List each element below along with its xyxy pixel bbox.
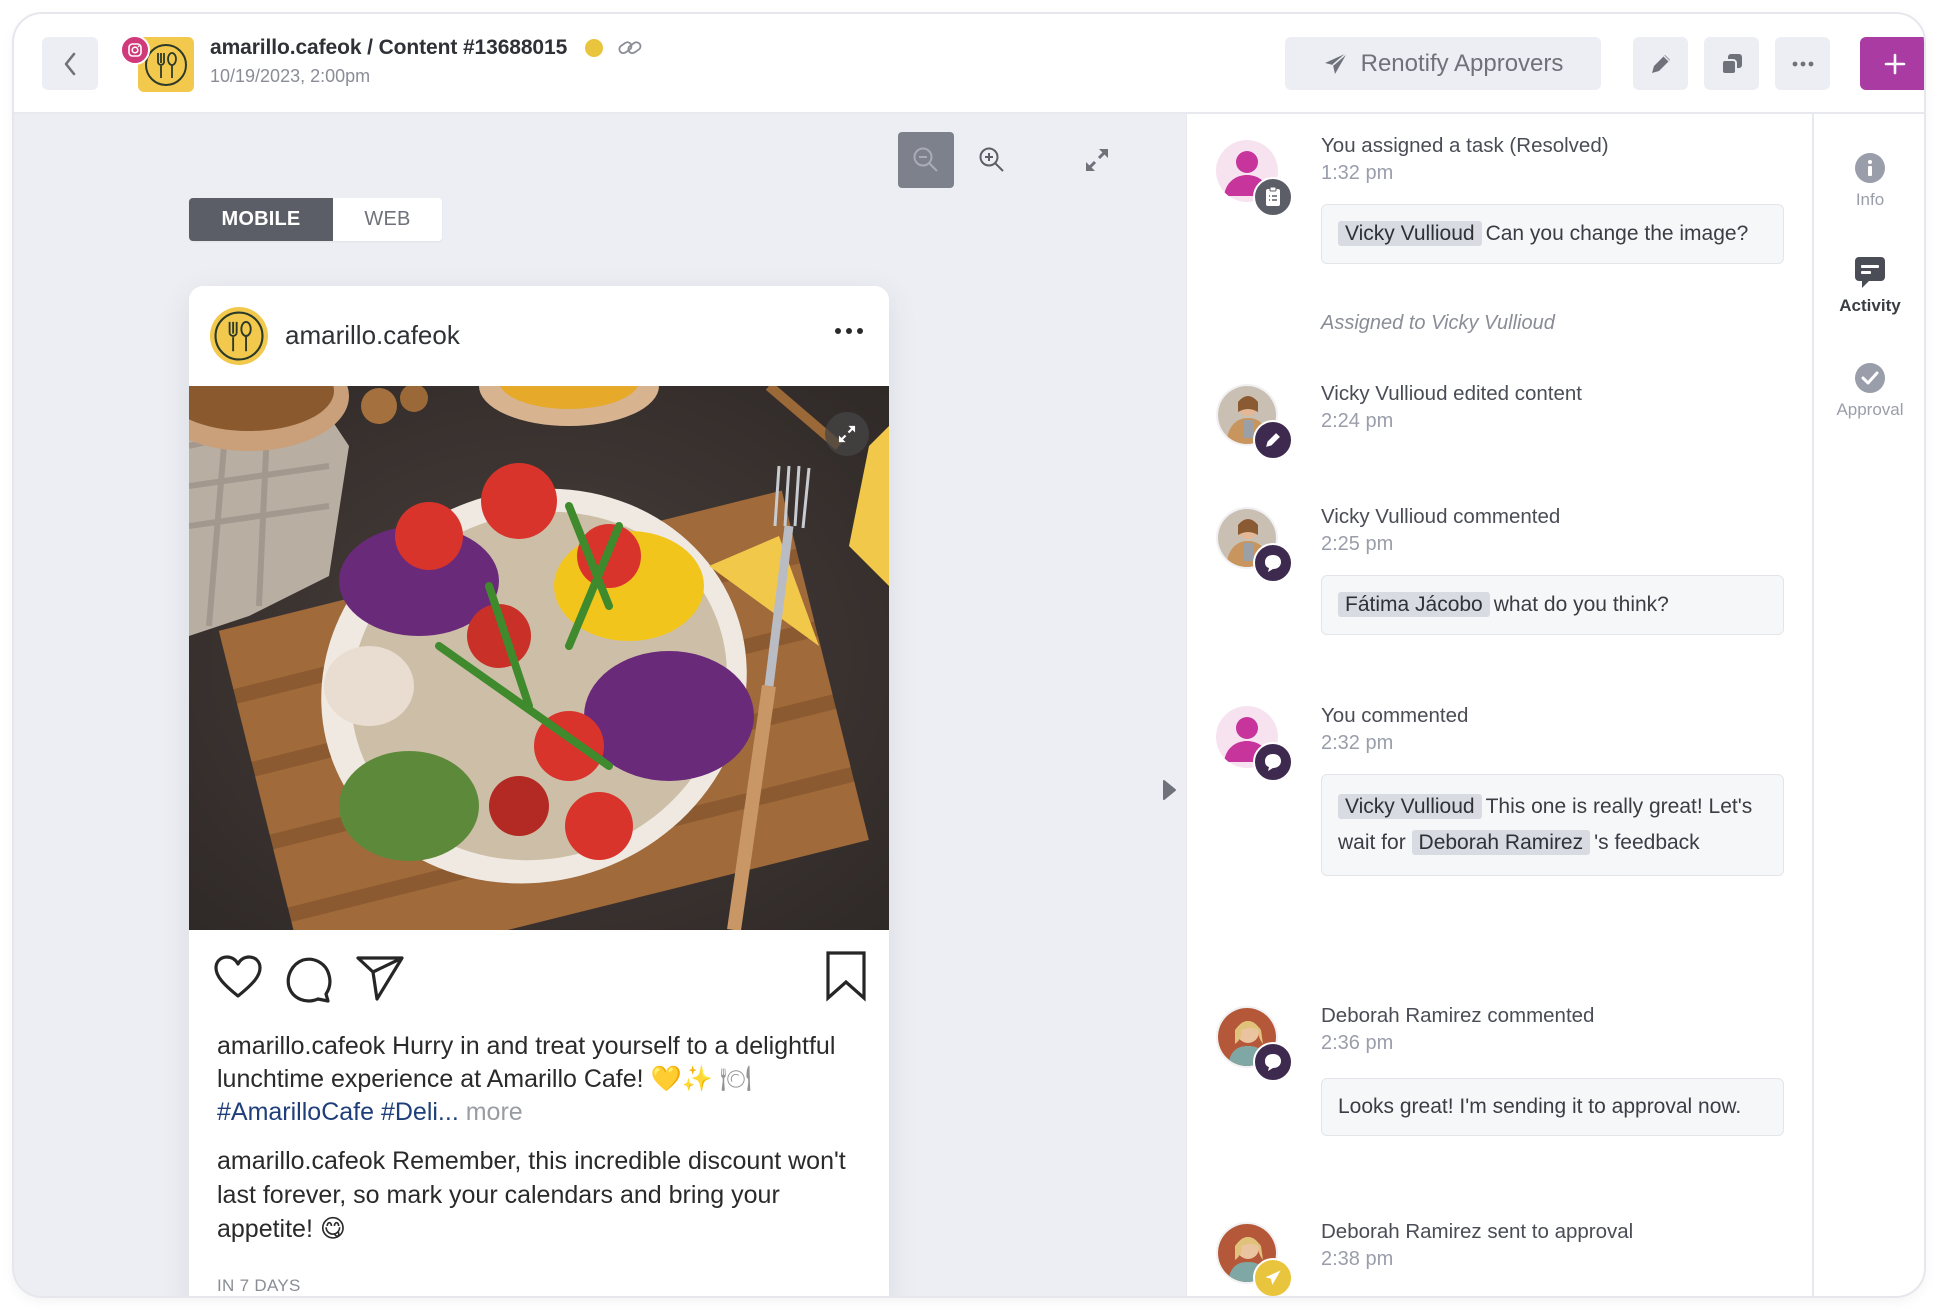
expand-icon [1086,149,1108,171]
comment-message-suffix: 's feedback [1594,831,1700,854]
schedule-label: IN 7 DAYS [217,1276,301,1295]
rail-tab-info[interactable]: Info [1814,152,1924,210]
share-icon[interactable] [355,954,405,1002]
account-logo [120,35,210,93]
publish-date: 10/19/2023, 2:00pm [210,66,371,86]
duplicate-button[interactable] [1704,37,1759,90]
bookmark-icon[interactable] [825,950,867,1002]
mention-tag[interactable]: Fátima Jácobo [1338,592,1490,617]
post-image [189,386,889,930]
mention-tag[interactable]: Vicky Vullioud [1338,794,1482,819]
comment-icon [1253,1042,1293,1082]
comment-message: what do you think? [1493,593,1669,616]
mention-tag[interactable]: Vicky Vullioud [1338,221,1482,246]
renotify-label: Renotify Approvers [1360,49,1564,77]
caption-hashtags[interactable]: #AmarilloCafe #Deli... [217,1098,459,1126]
fork-spoon-icon [214,311,264,361]
activity-feed: You assigned a task (Resolved) 1:32 pm V… [1186,114,1812,1296]
rail-label: Info [1855,190,1885,209]
caption-username: amarillo.cafeok [217,1032,386,1060]
copy-icon [1720,53,1742,75]
zoom-out-button[interactable] [898,132,954,188]
caption-more-link[interactable]: more [466,1098,523,1126]
collapse-panel-arrow[interactable] [1159,778,1179,802]
activity-time: 2:24 pm [1321,410,1394,432]
status-dot [585,39,604,57]
view-web-tab[interactable]: WEB [333,198,442,241]
comment-bubble: Vicky Vullioud Can you change the image? [1321,204,1784,264]
check-circle-icon [1855,363,1885,393]
more-icon [1792,61,1813,66]
comment-username: amarillo.cafeok [217,1147,386,1175]
expand-icon [838,425,856,443]
rail-tab-activity[interactable]: Activity [1814,256,1924,316]
activity-title: Deborah Ramirez commented [1321,1004,1595,1027]
create-button[interactable] [1860,37,1924,90]
rail-label: Approval [1836,400,1904,419]
instagram-icon [120,35,150,65]
paper-plane-icon [1324,51,1348,74]
post-caption: amarillo.cafeok Hurry in and treat yours… [217,1030,867,1129]
zoom-out-icon [913,147,938,172]
link-icon[interactable] [617,37,643,59]
activity-title: Vicky Vullioud edited content [1321,382,1582,405]
more-options-button[interactable] [1775,37,1830,90]
activity-time: 1:32 pm [1321,162,1394,184]
plus-icon [1884,53,1906,74]
comment-bubble: Looks great! I'm sending it to approval … [1321,1078,1784,1136]
comment-icon [1253,742,1293,782]
pencil-icon [1253,420,1293,460]
edit-button[interactable] [1633,37,1688,90]
comment-bubble: Vicky Vullioud This one is really great! … [1321,774,1784,876]
activity-time: 2:25 pm [1321,533,1394,555]
info-icon [1855,153,1885,183]
mention-tag[interactable]: Deborah Ramirez [1411,830,1591,855]
plate-emoji: 🍽 [719,1065,752,1093]
title-block: amarillo.cafeok / Content #13688015 10/1… [210,36,643,87]
post-username: amarillo.cafeok [285,320,460,350]
header: amarillo.cafeok / Content #13688015 10/1… [14,14,1924,114]
activity-time: 2:32 pm [1321,732,1394,754]
activity-title: You assigned a task (Resolved) [1321,134,1609,157]
content-window: amarillo.cafeok / Content #13688015 10/1… [14,14,1924,1296]
rail-label: Activity [1839,296,1901,315]
activity-icon [1855,257,1885,288]
fullscreen-button[interactable] [1069,132,1125,188]
assigned-note: Assigned to Vicky Vullioud [1321,312,1555,334]
zoom-in-icon [979,147,1004,172]
send-icon [1253,1258,1293,1296]
comment-icon[interactable] [284,954,332,1004]
comment-message: Can you change the image? [1485,222,1749,245]
activity-title: Vicky Vullioud commented [1321,505,1561,528]
comment-message: Looks great! I'm sending it to approval … [1338,1095,1742,1118]
activity-title: You commented [1321,704,1469,727]
pencil-icon [1651,54,1670,73]
post-comment: amarillo.cafeok Remember, this incredibl… [217,1144,867,1246]
view-mobile-tab[interactable]: MOBILE [189,198,333,241]
post-more-button[interactable] [829,316,869,346]
instagram-post-preview: amarillo.cafeok amarillo.cafeok Hurry in… [189,286,889,1296]
heart-icon[interactable] [213,954,263,1000]
zoom-in-button[interactable] [964,132,1020,188]
salad-photo [189,386,889,930]
side-rail: Info Activity Approval [1812,114,1924,1296]
post-avatar [210,307,268,365]
image-expand-button[interactable] [825,412,869,456]
comment-bubble: Fátima Jácobo what do you think? [1321,575,1784,635]
page-title: amarillo.cafeok / Content #13688015 [210,36,568,59]
view-toggle: MOBILE WEB [189,198,442,241]
activity-time: 2:38 pm [1321,1248,1394,1270]
activity-time: 2:36 pm [1321,1032,1394,1054]
back-button[interactable] [42,37,98,90]
comment-message: This one is really great! [1485,795,1703,818]
rail-tab-approval[interactable]: Approval [1814,362,1924,420]
post-header: amarillo.cafeok [189,286,889,386]
preview-pane: MOBILE WEB amarillo.cafeok amarillo.cafe… [14,114,1186,1296]
renotify-approvers-button[interactable]: Renotify Approvers [1285,37,1601,90]
back-icon [64,52,76,75]
comment-icon [1253,543,1293,583]
activity-title: Deborah Ramirez sent to approval [1321,1220,1634,1243]
post-actions [189,946,889,1016]
clipboard-icon [1253,177,1293,217]
